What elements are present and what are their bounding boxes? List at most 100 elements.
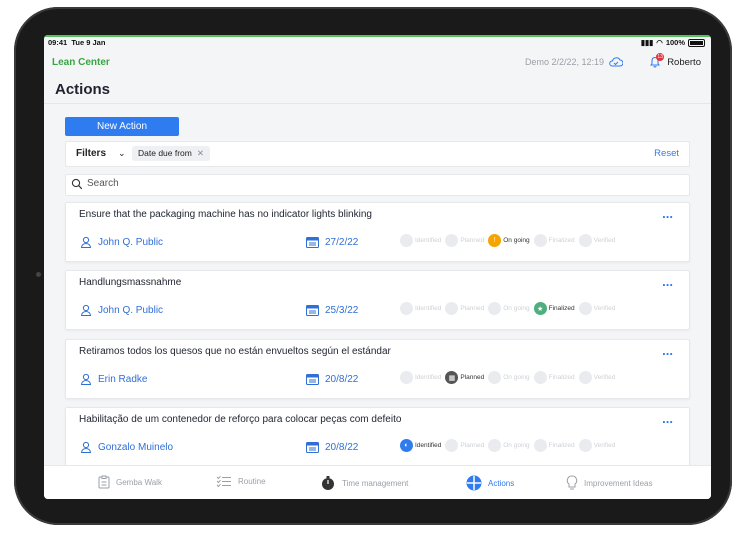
status-steps: Identified Planned On going ★ Finalized … [400, 302, 619, 315]
status-icon [445, 439, 459, 452]
status-time: 09:41 Tue 9 Jan [48, 38, 106, 47]
status-icon [488, 302, 502, 315]
step-identified: Identified [400, 371, 441, 384]
more-options-icon[interactable]: ... [662, 274, 673, 289]
step-label: On going [503, 237, 530, 244]
more-options-icon[interactable]: ... [662, 411, 673, 426]
cloud-sync-icon[interactable] [609, 57, 623, 67]
action-title[interactable]: Handlungsmassnahme [79, 277, 181, 288]
new-action-button[interactable]: New Action [65, 117, 179, 136]
due-date-text: 25/3/22 [325, 304, 359, 316]
step-label: On going [503, 305, 530, 312]
owner-name: Gonzalo Muinelo [98, 441, 174, 453]
step-label: Identified [415, 305, 442, 312]
step-label: Identified [415, 374, 442, 381]
status-icon [533, 371, 547, 384]
status-icon [488, 371, 502, 384]
step-label: Finalized [548, 374, 575, 381]
owner-name: John Q. Public [98, 236, 164, 248]
step-identified: Identified [400, 234, 441, 247]
tab-label: Routine [238, 476, 266, 486]
tab-improvement-ideas[interactable]: Improvement Ideas [566, 475, 652, 491]
more-options-icon[interactable]: ... [662, 343, 673, 358]
step-finalized: Finalized [533, 234, 575, 247]
step-label: Planned [460, 374, 485, 381]
notifications-button[interactable]: 13 [649, 53, 665, 68]
step-identified: ◐ Identified [400, 439, 441, 452]
reset-button[interactable]: Reset [654, 148, 679, 159]
action-owner[interactable]: John Q. Public [80, 236, 163, 248]
tab-gemba-walk[interactable]: Gemba Walk [98, 475, 162, 489]
action-owner[interactable]: John Q. Public [80, 304, 163, 316]
action-card[interactable]: Ensure that the packaging machine has no… [65, 202, 690, 262]
action-due-date[interactable]: 20/8/22 [306, 441, 358, 453]
action-owner[interactable]: Erin Radke [80, 373, 147, 385]
status-icon [578, 439, 592, 452]
filter-chip[interactable]: Date due from ✕ [132, 146, 210, 161]
lightbulb-icon [566, 475, 578, 490]
status-steps: ◐ Identified Planned On going Finalized … [400, 439, 619, 452]
user-icon [80, 441, 92, 453]
step-label: Verified [593, 442, 616, 449]
status-icon [578, 302, 592, 315]
status-icon: ◐ [400, 439, 413, 452]
tab-time-management[interactable]: Time management [320, 475, 408, 491]
header-divider [44, 103, 711, 104]
search-box [65, 174, 690, 196]
action-owner[interactable]: Gonzalo Muinelo [80, 441, 173, 453]
more-options-icon[interactable]: ... [662, 206, 673, 221]
due-date-text: 27/2/22 [325, 236, 359, 248]
search-input[interactable] [85, 177, 649, 190]
status-icon [533, 439, 547, 452]
calendar-icon [306, 374, 319, 385]
action-title[interactable]: Ensure that the packaging machine has no… [79, 209, 372, 220]
tab-actions[interactable]: Actions [466, 475, 514, 491]
status-icon [400, 234, 413, 247]
camera-icon [36, 272, 41, 277]
due-date-text: 20/8/22 [325, 441, 359, 453]
step-label: Planned [460, 305, 485, 312]
user-name[interactable]: Roberto [667, 57, 701, 68]
action-card[interactable]: Handlungsmassnahme ... John Q. Public 25… [65, 270, 690, 330]
status-icon [578, 234, 592, 247]
chevron-down-icon[interactable]: ⌄ [118, 148, 126, 159]
user-icon [80, 304, 92, 316]
brand-name: Lean Center [52, 57, 110, 68]
step-planned: ▦ Planned [445, 371, 484, 384]
tab-routine[interactable]: Routine [216, 475, 266, 487]
step-label: Identified [415, 237, 442, 244]
bottom-tab-bar: Gemba Walk Routine Time management Actio… [44, 465, 711, 499]
user-menu[interactable]: 13 Roberto [649, 53, 701, 68]
close-icon[interactable]: ✕ [197, 146, 204, 161]
step-label: Identified [415, 442, 442, 449]
calendar-icon [306, 442, 319, 453]
owner-name: John Q. Public [98, 304, 164, 316]
step-finalized: Finalized [533, 439, 575, 452]
step-label: On going [503, 374, 530, 381]
page-title: Actions [55, 81, 111, 98]
user-icon [80, 236, 92, 248]
step-label: Verified [593, 305, 616, 312]
status-icon: ! [488, 234, 502, 247]
action-card[interactable]: Habilitação de um contenedor de reforço … [65, 407, 690, 467]
action-card[interactable]: Retiramos todos los quesos que no están … [65, 339, 690, 399]
action-due-date[interactable]: 27/2/22 [306, 236, 358, 248]
status-icon: ▦ [445, 371, 459, 384]
sync-info: Demo 2/2/22, 12:19 [525, 57, 623, 67]
app-header: Lean Center Demo 2/2/22, 12:19 13 Robert… [44, 51, 711, 75]
action-title[interactable]: Habilitação de um contenedor de reforço … [79, 414, 401, 425]
action-title[interactable]: Retiramos todos los quesos que no están … [79, 346, 391, 357]
step-finalized: Finalized [533, 371, 575, 384]
filters-label[interactable]: Filters [76, 148, 106, 159]
step-on-going: On going [488, 439, 530, 452]
action-due-date[interactable]: 20/8/22 [306, 373, 358, 385]
user-icon [80, 373, 92, 385]
step-verified: Verified [578, 371, 616, 384]
checklist-icon [216, 475, 231, 487]
status-icon [533, 234, 547, 247]
status-bar: 09:41 Tue 9 Jan ▮▮▮ ◠ 100% [44, 37, 711, 49]
status-icon [400, 371, 413, 384]
step-label: Verified [593, 374, 616, 381]
action-due-date[interactable]: 25/3/22 [306, 304, 358, 316]
step-verified: Verified [578, 439, 616, 452]
